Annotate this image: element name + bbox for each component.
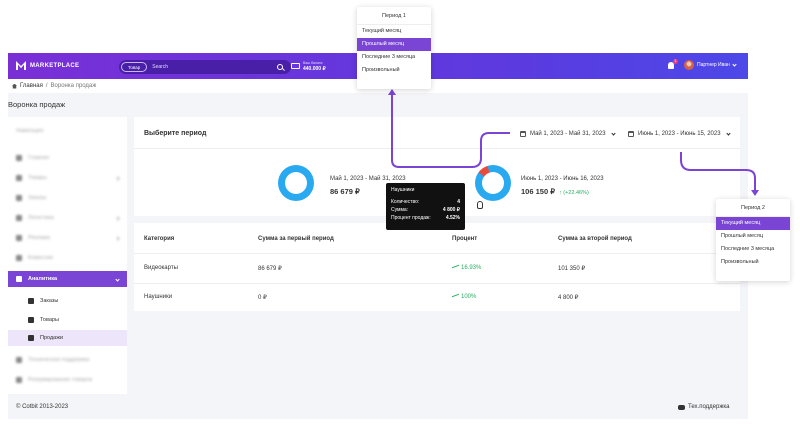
arrow-period2-head [751,190,759,196]
dropdown-option[interactable]: Текущий месяц [357,25,431,38]
dropdown-title: Период 1 [357,7,431,25]
dropdown-option[interactable]: Произвольный [716,256,790,269]
period2-dropdown: Период 2 Текущий месяц Прошлый месяц Пос… [716,199,790,281]
arrow-period2-line [680,152,756,190]
arrow-period1-head [388,89,396,95]
dropdown-option[interactable]: Прошлый месяц [716,230,790,243]
period1-dropdown: Период 1 Текущий месяц Прошлый месяц Пос… [357,7,431,89]
dropdown-option-selected[interactable]: Прошлый месяц [357,38,431,51]
dropdown-option-selected[interactable]: Текущий месяц [716,217,790,230]
dropdown-title: Период 2 [716,199,790,217]
dropdown-option[interactable]: Последние 3 месяца [716,243,790,256]
dropdown-option[interactable]: Произвольный [357,64,431,77]
dropdown-option[interactable]: Последние 3 месяца [357,51,431,64]
arrow-period1-line [391,93,510,168]
